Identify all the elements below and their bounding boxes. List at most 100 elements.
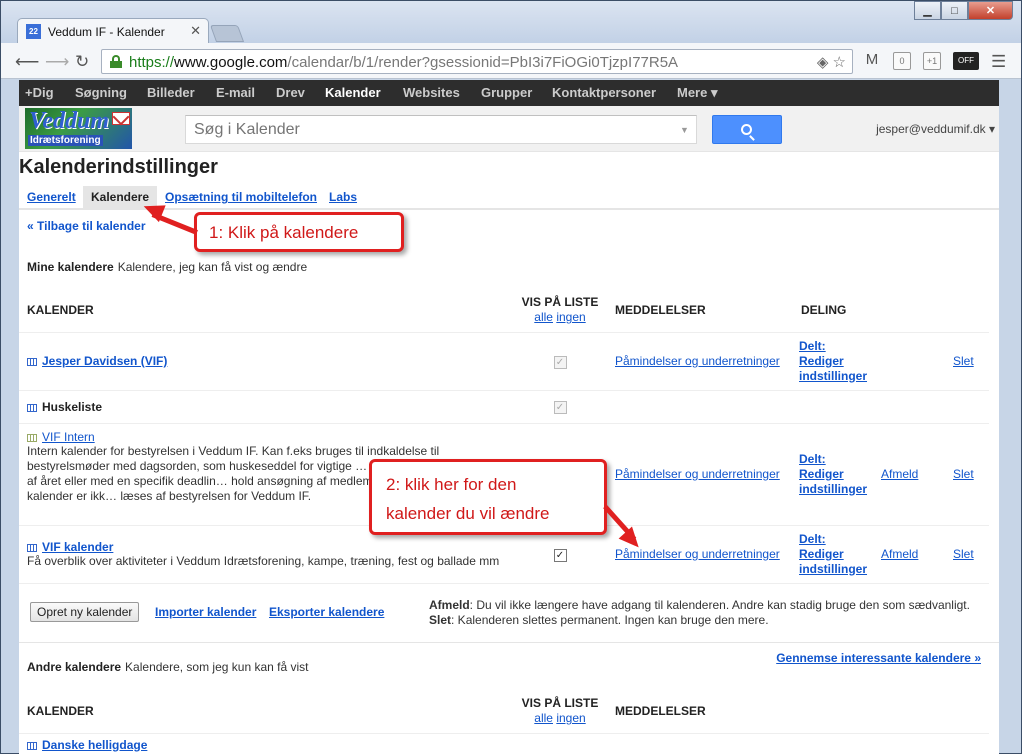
unsubscribe-link[interactable]: Afmeld <box>881 547 918 561</box>
shared-label[interactable]: Delt: <box>799 452 826 466</box>
show-all-link[interactable]: alle <box>534 711 553 725</box>
show-none-link[interactable]: ingen <box>556 310 585 324</box>
tab-general[interactable]: Generelt <box>27 190 76 204</box>
counter-extension-icon[interactable]: 0 <box>893 52 911 70</box>
translate-icon[interactable]: ◈ <box>817 54 829 71</box>
calendar-search-input[interactable] <box>185 115 697 144</box>
table-row: Jesper Davidsen (VIF) ✓ Påmindelser og u… <box>19 332 989 391</box>
url-text[interactable]: https://www.google.com/calendar/b/1/rend… <box>129 54 678 71</box>
edit-settings-link[interactable]: Rediger <box>799 547 844 561</box>
calendar-name-link[interactable]: Danske helligdage <box>42 738 147 752</box>
column-header-sharing: DELING <box>799 289 881 333</box>
calendar-icon <box>27 358 37 366</box>
delete-link[interactable]: Slet <box>953 547 974 561</box>
gbar-item-calendar[interactable]: Kalender <box>325 85 381 100</box>
delete-link[interactable]: Slet <box>953 467 974 481</box>
maximize-button[interactable]: □ <box>941 1 968 20</box>
calendar-description: Få overblik over aktiviteter i Veddum Id… <box>27 553 500 568</box>
shared-label[interactable]: Delt: <box>799 532 826 546</box>
search-icon <box>741 124 752 135</box>
edit-settings-link[interactable]: Rediger <box>799 467 844 481</box>
my-calendars-heading: Mine kalendere Kalendere, jeg kan få vist… <box>27 260 308 274</box>
tab-title: Veddum IF - Kalender <box>48 25 165 39</box>
tab-mobile-setup[interactable]: Opsætning til mobiltelefon <box>165 190 317 204</box>
delete-link[interactable]: Slet <box>953 354 974 368</box>
column-header-visible: VIS PÅ LISTE alle ingen <box>517 690 603 734</box>
callout-click-calendars: 1: Klik på kalendere <box>194 212 404 252</box>
address-bar[interactable]: https://www.google.com/calendar/b/1/rend… <box>101 49 853 74</box>
table-header-row: KALENDER VIS PÅ LISTE alle ingen MEDDELEL… <box>19 690 989 734</box>
minimize-button[interactable]: ▁ <box>914 1 941 20</box>
new-tab-button[interactable] <box>209 25 245 42</box>
notifications-link[interactable]: Påmindelser og underretninger <box>615 547 780 561</box>
plusone-extension-icon[interactable]: +1 <box>923 52 941 70</box>
shared-label[interactable]: Delt: <box>799 339 826 353</box>
settings-link[interactable]: indstillinger <box>799 482 867 496</box>
show-all-link[interactable]: alle <box>534 310 553 324</box>
calendar-name: Huskeliste <box>42 399 103 414</box>
help-text: Afmeld: Du vil ikke længere have adgang … <box>429 598 970 627</box>
bookmark-star-icon[interactable]: ☆ <box>833 54 846 71</box>
gmail-extension-icon[interactable]: M <box>863 52 881 70</box>
title-bar: 22 Veddum IF - Kalender ✕ ▁ □ ✕ <box>1 1 1021 44</box>
calendar-icon <box>27 433 37 442</box>
browse-calendars-link[interactable]: Gennemse interessante kalendere » <box>776 651 981 665</box>
tab-labs[interactable]: Labs <box>329 190 357 204</box>
back-to-calendar-link[interactable]: « Tilbage til kalender <box>27 219 146 233</box>
off-extension-icon[interactable]: OFF <box>953 52 979 70</box>
settings-link[interactable]: indstillinger <box>799 562 867 576</box>
import-calendar-link[interactable]: Importer kalender <box>155 605 256 619</box>
browser-tab[interactable]: 22 Veddum IF - Kalender ✕ <box>17 18 209 44</box>
create-calendar-button[interactable]: Opret ny kalender <box>30 602 140 622</box>
column-header-notifications: MEDDELELSER <box>603 690 989 734</box>
search-options-caret-icon[interactable]: ▼ <box>680 125 689 135</box>
other-calendars-heading: Andre kalendere Kalendere, som jeg kun ka… <box>27 660 309 674</box>
column-header-calendar: KALENDER <box>19 289 517 333</box>
search-button[interactable] <box>712 115 782 144</box>
reload-icon[interactable]: ↻ <box>75 52 89 72</box>
table-row: Danske helligdage <box>19 733 989 754</box>
column-header-notifications: MEDDELELSER <box>603 289 799 333</box>
google-bar: +Dig Søgning Billeder E-mail Drev Kalend… <box>19 80 999 106</box>
gbar-item-more[interactable]: Mere ▾ <box>677 85 718 101</box>
close-window-button[interactable]: ✕ <box>968 1 1013 20</box>
gbar-item-drive[interactable]: Drev <box>276 85 305 100</box>
notifications-link[interactable]: Påmindelser og underretninger <box>615 354 780 368</box>
gbar-item-contacts[interactable]: Kontaktpersoner <box>552 85 656 100</box>
gbar-item-images[interactable]: Billeder <box>147 85 195 100</box>
calendar-name-link[interactable]: Jesper Davidsen (VIF) <box>42 354 167 368</box>
edit-settings-link[interactable]: Rediger <box>799 354 844 368</box>
show-none-link[interactable]: ingen <box>556 711 585 725</box>
page-title: Kalenderindstillinger <box>19 156 218 178</box>
back-arrow-icon[interactable]: ⟵ <box>15 52 39 72</box>
show-in-list-checkbox[interactable]: ✓ <box>553 355 567 369</box>
calendar-header: Veddum Idrætsforening ▼ jesper@veddumif.… <box>19 106 999 152</box>
menu-icon[interactable]: ☰ <box>991 52 1006 72</box>
unsubscribe-link[interactable]: Afmeld <box>881 467 918 481</box>
gbar-item-plus[interactable]: +Dig <box>25 85 54 100</box>
calendar-icon <box>27 403 37 412</box>
column-header-calendar: KALENDER <box>19 690 517 734</box>
column-header-visible: VIS PÅ LISTE alle ingen <box>517 289 603 333</box>
gbar-item-groups[interactable]: Grupper <box>481 85 532 100</box>
calendar-icon <box>27 741 37 750</box>
settings-link[interactable]: indstillinger <box>799 369 867 383</box>
export-calendars-link[interactable]: Eksporter kalendere <box>269 605 384 619</box>
forward-arrow-icon[interactable]: ⟶ <box>45 52 69 72</box>
calendar-name-link[interactable]: VIF Intern <box>42 430 95 444</box>
calendar-name-link[interactable]: VIF kalender <box>42 540 113 554</box>
gbar-item-search[interactable]: Søgning <box>75 85 127 100</box>
browser-window: 22 Veddum IF - Kalender ✕ ▁ □ ✕ ⟵ ⟶ ↻ ht… <box>0 0 1022 754</box>
mail-icon <box>112 112 130 125</box>
gbar-item-mail[interactable]: E-mail <box>216 85 255 100</box>
show-in-list-checkbox[interactable]: ✓ <box>553 548 567 562</box>
notifications-link[interactable]: Påmindelser og underretninger <box>615 467 780 481</box>
calendar-favicon-icon: 22 <box>26 24 41 39</box>
lock-icon <box>110 55 122 68</box>
gbar-item-sites[interactable]: Websites <box>403 85 460 100</box>
other-calendars-table: KALENDER VIS PÅ LISTE alle ingen MEDDELEL… <box>19 690 989 754</box>
user-account-menu[interactable]: jesper@veddumif.dk ▾ <box>876 122 995 136</box>
tab-close-icon[interactable]: ✕ <box>190 23 201 39</box>
show-in-list-checkbox[interactable]: ✓ <box>553 401 567 414</box>
veddum-logo[interactable]: Veddum Idrætsforening <box>25 108 132 149</box>
